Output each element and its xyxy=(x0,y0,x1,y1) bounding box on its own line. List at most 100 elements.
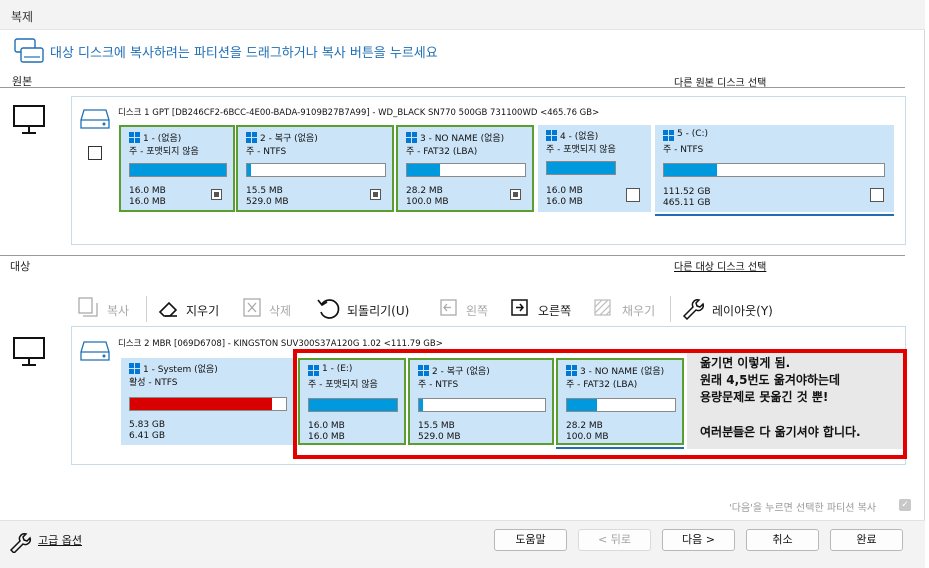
fill-label: 채우기 xyxy=(622,304,656,318)
partition-used: 28.2 MB xyxy=(406,186,443,196)
wrench-icon xyxy=(682,299,704,320)
copy-label: 복사 xyxy=(107,304,130,318)
usage-fill xyxy=(247,164,252,176)
partition-checkbox[interactable] xyxy=(870,188,884,202)
partition-checkbox[interactable] xyxy=(626,188,640,202)
fill-icon xyxy=(594,299,611,316)
move-right-button[interactable]: 오른쪽 xyxy=(510,296,580,322)
target-label: 대상 xyxy=(10,260,31,273)
target-partition-system[interactable]: 1 - System (없음) 활성 - NTFS 5.83 GB 6.41 G… xyxy=(121,358,294,445)
usage-fill xyxy=(407,164,441,176)
move-right-icon xyxy=(511,299,528,316)
clone-dialog: 복제 대상 디스크에 복사하려는 파티션을 드래그하거나 복사 버튼을 누르세요… xyxy=(0,0,925,568)
usage-bar xyxy=(546,161,616,175)
partition-used: 111.52 GB xyxy=(663,187,711,197)
move-left-button[interactable]: 왼쪽 xyxy=(439,296,495,322)
layout-label: 레이아웃(Y) xyxy=(712,304,773,318)
undo-label: 되돌리기(U) xyxy=(347,304,410,318)
fill-button[interactable]: 채우기 xyxy=(593,296,659,322)
hard-drive-icon xyxy=(80,109,110,129)
source-partition-1[interactable]: 1 - (없음) 주 - 포맷되지 않음 16.0 MB 16.0 MB xyxy=(119,125,235,212)
monitor-icon xyxy=(13,105,45,134)
partition-name: 1 - System (없음) xyxy=(143,365,218,375)
usage-bar xyxy=(406,163,526,177)
partition-type: 주 - NTFS xyxy=(663,145,704,155)
usage-bar xyxy=(129,163,227,177)
partition-type: 주 - NTFS xyxy=(246,147,287,157)
partition-name: 1 - (없음) xyxy=(143,134,182,144)
advanced-options-link[interactable]: 고급 옵션 xyxy=(38,532,82,548)
help-button[interactable]: 도움말 xyxy=(494,529,567,551)
window-title: 복제 xyxy=(11,10,34,24)
title-bar: 복제 xyxy=(0,0,925,30)
copy-icon xyxy=(78,297,98,317)
partition-name: 4 - (없음) xyxy=(560,132,599,142)
usage-fill xyxy=(664,164,717,176)
usage-bar xyxy=(663,163,885,177)
source-disk-title: 디스크 1 GPT [DB246CF2-6BCC-4E00-BADA-9109B… xyxy=(118,108,600,118)
source-partition-5[interactable]: 5 - (C:) 주 - NTFS 111.52 GB 465.11 GB xyxy=(655,125,894,212)
delete-button[interactable]: 삭제 xyxy=(242,296,302,322)
usage-bar xyxy=(129,397,287,411)
partition-used: 16.0 MB xyxy=(129,186,166,196)
partition-name: 3 - NO NAME (없음) xyxy=(420,134,505,144)
partition-checkbox[interactable] xyxy=(370,189,381,200)
windows-icon xyxy=(663,130,674,141)
partition-used: 16.0 MB xyxy=(546,186,583,196)
undo-icon xyxy=(317,299,340,319)
finish-button[interactable]: 완료 xyxy=(830,529,903,551)
partition-type: 활성 - NTFS xyxy=(129,378,178,388)
partition-type: 주 - 포맷되지 않음 xyxy=(546,145,616,155)
partition-total: 100.0 MB xyxy=(406,197,449,207)
next-copies-checkbox[interactable]: ✓ xyxy=(899,499,911,511)
windows-icon xyxy=(406,132,417,143)
source-partition-3[interactable]: 3 - NO NAME (없음) 주 - FAT32 (LBA) 28.2 MB… xyxy=(396,125,534,212)
usage-fill xyxy=(130,164,226,176)
target-divider xyxy=(0,255,905,256)
source-disk-checkbox[interactable] xyxy=(88,146,102,160)
target-disk-title: 디스크 2 MBR [069D6708] - KINGSTON SUV300S3… xyxy=(118,339,443,349)
toolbar-separator xyxy=(670,296,671,322)
partition-total: 16.0 MB xyxy=(129,197,166,207)
usage-fill xyxy=(130,398,272,410)
source-divider xyxy=(0,87,905,88)
usage-bar xyxy=(246,163,386,177)
partition-used: 15.5 MB xyxy=(246,186,283,196)
layout-button[interactable]: 레이아웃(Y) xyxy=(680,296,780,322)
move-right-label: 오른쪽 xyxy=(538,304,572,318)
windows-icon xyxy=(129,132,140,143)
undo-button[interactable]: 되돌리기(U) xyxy=(316,296,420,322)
windows-icon xyxy=(246,132,257,143)
windows-icon xyxy=(546,130,557,141)
partition-checkbox[interactable] xyxy=(211,189,222,200)
cancel-button[interactable]: 취소 xyxy=(746,529,819,551)
partition-checkbox[interactable] xyxy=(510,189,521,200)
partition-name: 2 - 복구 (없음) xyxy=(260,134,318,144)
delete-icon xyxy=(243,298,261,317)
partition-used: 5.83 GB xyxy=(129,420,166,430)
partition-type: 주 - FAT32 (LBA) xyxy=(406,147,478,157)
partition-total: 16.0 MB xyxy=(546,197,583,207)
monitor-icon xyxy=(13,337,45,366)
select-target-disk-link[interactable]: 다른 대상 디스크 선택 xyxy=(674,258,766,273)
next-copies-note: '다음'을 누르면 선택한 파티션 복사 xyxy=(729,503,877,514)
delete-label: 삭제 xyxy=(269,304,292,318)
usage-fill xyxy=(547,162,615,174)
wrench-icon xyxy=(9,533,31,553)
erase-label: 지우기 xyxy=(186,304,220,318)
partition-type: 주 - 포맷되지 않음 xyxy=(129,147,199,157)
windows-icon xyxy=(129,363,140,374)
partition-total: 529.0 MB xyxy=(246,197,289,207)
copy-button[interactable]: 복사 xyxy=(76,296,136,322)
instruction-text: 대상 디스크에 복사하려는 파티션을 드래그하거나 복사 버튼을 누르세요 xyxy=(50,46,438,61)
move-left-label: 왼쪽 xyxy=(466,304,489,318)
hard-drive-icon xyxy=(80,341,110,361)
back-button[interactable]: < 뒤로 xyxy=(578,529,651,551)
move-left-icon xyxy=(440,299,457,316)
next-button[interactable]: 다음 > xyxy=(662,529,735,551)
partition-name: 5 - (C:) xyxy=(677,129,709,139)
partition-focus-underline xyxy=(655,214,894,216)
erase-button[interactable]: 지우기 xyxy=(156,296,226,322)
source-partition-4[interactable]: 4 - (없음) 주 - 포맷되지 않음 16.0 MB 16.0 MB xyxy=(538,125,651,212)
source-partition-2[interactable]: 2 - 복구 (없음) 주 - NTFS 15.5 MB 529.0 MB xyxy=(236,125,394,212)
